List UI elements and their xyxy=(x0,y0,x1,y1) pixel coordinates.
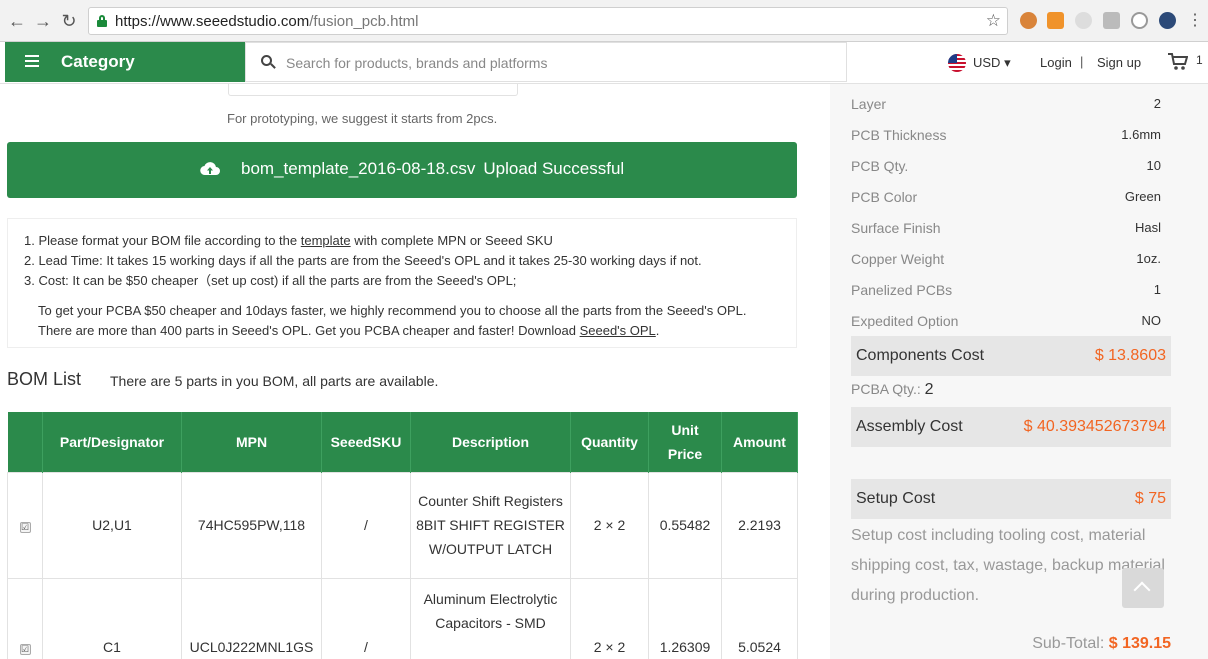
cell-mpn: UCL0J222MNL1GS xyxy=(189,638,314,655)
search-input[interactable] xyxy=(286,51,826,75)
cell-designator: C1 xyxy=(103,638,121,655)
lock-icon xyxy=(97,15,107,27)
search-icon[interactable] xyxy=(261,55,276,69)
bom-list-title: BOM List xyxy=(7,369,82,389)
cell-unit-price: 0.55482 xyxy=(648,471,722,579)
cell-quantity: 2 × 2 xyxy=(593,638,626,655)
components-cost-value: $ 13.8603 xyxy=(1094,347,1166,364)
cell-amount: 5.0524 xyxy=(738,638,781,655)
subtotal-value: $ 139.15 xyxy=(1108,635,1171,652)
signup-link[interactable]: Sign up xyxy=(1097,55,1141,70)
table-row: ☑ C1 UCL0J222MNL1GS / Aluminum Electroly… xyxy=(7,577,798,659)
us-flag-icon xyxy=(948,54,966,72)
row-checkbox[interactable]: ☑ xyxy=(19,643,31,655)
spec-row-color: PCB Color Green xyxy=(851,189,1161,205)
bom-table-header: Part/Designator MPN SeeedSKU Description… xyxy=(7,412,798,472)
currency-selector[interactable]: USD ▾ xyxy=(973,55,1011,71)
header-amount: Amount xyxy=(721,412,798,472)
forward-arrow-icon[interactable]: → xyxy=(32,9,54,33)
pcba-qty: PCBA Qty.: 2 xyxy=(851,381,934,398)
cell-mpn: 74HC595PW,118 xyxy=(181,471,322,579)
back-arrow-icon[interactable]: ← xyxy=(6,9,28,33)
order-summary-sidebar: Layer 2 PCB Thickness 1.6mm PCB Qty. 10 PCB… xyxy=(830,84,1208,659)
category-button[interactable]: Category xyxy=(5,42,245,82)
cart-icon[interactable] xyxy=(1168,53,1188,71)
browser-toolbar: ← → ↻ https://www.seeedstudio.com/fusion… xyxy=(0,0,1208,42)
site-header: Category USD ▾ Login | Sign up 1 xyxy=(0,42,1208,84)
cell-quantity: 2 × 2 xyxy=(570,471,649,579)
category-label: Category xyxy=(61,52,135,71)
note-item-format: 1. Please format your BOM file according… xyxy=(24,233,553,248)
assembly-cost-label: Assembly Cost xyxy=(856,418,963,435)
chevron-up-icon xyxy=(1133,581,1151,599)
cell-sku: / xyxy=(364,638,368,655)
blocked-extension-icon[interactable] xyxy=(1131,12,1148,29)
cart-count: 1 xyxy=(1196,53,1203,67)
pcba-qty-field[interactable] xyxy=(228,84,518,96)
opl-download-link[interactable]: Seeed's OPL xyxy=(580,323,656,338)
header-mpn: MPN xyxy=(181,412,322,472)
upload-status-text: bom_template_2016-08-18.csv Upload Succes… xyxy=(241,159,624,179)
qty-hint: For prototyping, we suggest it starts fr… xyxy=(227,111,498,126)
setup-cost-value: $ 75 xyxy=(1134,490,1166,507)
cell-unit-price: 1.26309 xyxy=(659,638,711,655)
cookie-extension-icon[interactable] xyxy=(1020,12,1037,29)
upload-status: Upload Successful xyxy=(483,159,625,178)
cell-description: Aluminum Electrolytic Capacitors - SMD xyxy=(423,590,558,631)
header-separator: | xyxy=(1080,54,1084,69)
table-row: ☑ U2,U1 74HC595PW,118 / Counter Shift Re… xyxy=(7,471,798,579)
bom-instructions: 1. Please format your BOM file according… xyxy=(7,218,797,348)
spec-row-surface-finish: Surface Finish Hasl xyxy=(851,220,1161,236)
header-select xyxy=(7,412,43,472)
cell-sku: / xyxy=(321,471,411,579)
orange-extension-icon[interactable] xyxy=(1047,12,1064,29)
cell-designator: U2,U1 xyxy=(42,471,182,579)
menu-dots-icon[interactable]: ⋮ xyxy=(1184,9,1206,33)
hamburger-icon xyxy=(25,55,39,67)
cloud-upload-icon xyxy=(200,162,220,176)
opl-recommendation: To get your PCBA $50 cheaper and 10days … xyxy=(38,303,747,338)
main-content: For prototyping, we suggest it starts fr… xyxy=(0,84,820,659)
assembly-cost-box: Assembly Cost $ 40.393452673794 xyxy=(851,407,1171,447)
reload-icon[interactable]: ↻ xyxy=(58,9,80,33)
note-item-lead-time: 2. Lead Time: It takes 15 working days i… xyxy=(24,253,702,268)
spec-row-layer: Layer 2 xyxy=(851,96,1161,112)
subtotal: Sub-Total: $ 139.15 xyxy=(1032,635,1171,653)
shield-extension-icon[interactable] xyxy=(1159,12,1176,29)
assembly-cost-value: $ 40.393452673794 xyxy=(1023,418,1166,435)
components-cost-box: Components Cost $ 13.8603 xyxy=(851,336,1171,376)
spec-row-copper-weight: Copper Weight 1oz. xyxy=(851,251,1161,267)
address-bar[interactable]: https://www.seeedstudio.com/fusion_pcb.h… xyxy=(88,7,1008,35)
url-text: https://www.seeedstudio.com/fusion_pcb.h… xyxy=(115,13,419,30)
header-unit-price: Unit Price xyxy=(648,412,722,472)
bom-table: Part/Designator MPN SeeedSKU Description… xyxy=(7,412,798,659)
scroll-to-top-button[interactable] xyxy=(1122,568,1164,608)
template-link[interactable]: template xyxy=(301,233,351,248)
spec-row-panelized: Panelized PCBs 1 xyxy=(851,282,1161,298)
note-item-cost: 3. Cost: It can be $50 cheaper（set up co… xyxy=(24,273,517,288)
upload-filename: bom_template_2016-08-18.csv xyxy=(241,159,476,178)
components-cost-label: Components Cost xyxy=(856,347,985,364)
spec-row-thickness: PCB Thickness 1.6mm xyxy=(851,127,1161,143)
spec-row-pcb-qty: PCB Qty. 10 xyxy=(851,158,1161,174)
setup-cost-box: Setup Cost $ 75 xyxy=(851,479,1171,519)
bom-list-subtitle: There are 5 parts in you BOM, all parts … xyxy=(110,373,439,389)
cell-description: Counter Shift Registers 8BIT SHIFT REGIS… xyxy=(410,471,571,579)
search-box xyxy=(245,42,847,82)
setup-cost-label: Setup Cost xyxy=(856,490,936,507)
login-link[interactable]: Login xyxy=(1040,55,1072,70)
header-description: Description xyxy=(410,412,571,472)
grey-extension-icon[interactable] xyxy=(1075,12,1092,29)
cell-amount: 2.2193 xyxy=(721,471,798,579)
spec-row-expedited: Expedited Option NO xyxy=(851,313,1161,329)
bookmark-star-icon[interactable]: ☆ xyxy=(986,11,1001,31)
subtotal-label: Sub-Total: xyxy=(1032,635,1105,652)
ghost-extension-icon[interactable] xyxy=(1103,12,1120,29)
header-designator: Part/Designator xyxy=(42,412,182,472)
upload-banner[interactable]: bom_template_2016-08-18.csv Upload Succes… xyxy=(7,142,797,198)
row-checkbox[interactable]: ☑ xyxy=(19,522,31,533)
header-quantity: Quantity xyxy=(570,412,649,472)
header-sku: SeeedSKU xyxy=(321,412,411,472)
